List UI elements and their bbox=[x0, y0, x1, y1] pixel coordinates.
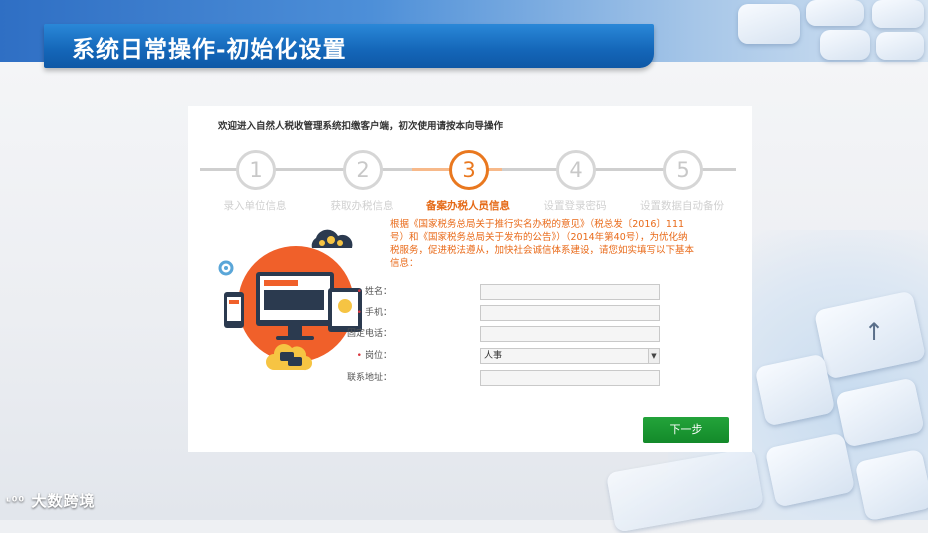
phone-input[interactable] bbox=[480, 326, 660, 342]
step-1[interactable]: 1 bbox=[236, 150, 276, 190]
watermark-text: 大数跨境 bbox=[31, 492, 96, 510]
position-label: • 岗位： bbox=[302, 348, 392, 364]
required-mark: • bbox=[356, 351, 362, 361]
mobile-input[interactable] bbox=[480, 305, 660, 321]
address-label: 联系地址： bbox=[346, 373, 392, 383]
title-banner: 系统日常操作-初始化设置 bbox=[44, 24, 654, 68]
mobile-label-text: 手机： bbox=[364, 308, 392, 318]
chevron-down-icon[interactable]: ▼ bbox=[648, 349, 659, 363]
watermark-logo: ᶫ⁰⁰ 大数跨境 bbox=[6, 490, 95, 511]
next-button[interactable]: 下一步 bbox=[643, 417, 729, 443]
step-5-label: 设置数据自动备份 bbox=[640, 200, 724, 212]
name-input[interactable] bbox=[480, 284, 660, 300]
wizard-panel: 欢迎进入自然人税收管理系统扣缴客户端，初次使用请按本向导操作 1 2 3 4 5… bbox=[188, 106, 752, 452]
keyboard-key bbox=[854, 448, 928, 522]
up-arrow-icon: ↑ bbox=[864, 318, 885, 346]
keyboard-key bbox=[738, 4, 800, 44]
mobile-label: • 手机： bbox=[302, 305, 392, 321]
phone-label: 固定电话： bbox=[346, 329, 392, 339]
position-label-text: 岗位： bbox=[364, 351, 392, 361]
keyboard-key bbox=[806, 0, 864, 26]
welcome-text: 欢迎进入自然人税收管理系统扣缴客户端，初次使用请按本向导操作 bbox=[218, 121, 504, 132]
keyboard-key bbox=[820, 30, 870, 60]
required-mark: • bbox=[356, 308, 362, 318]
realname-notice: 根据《国家税务总局关于推行实名办税的意见》（税总发〔2016〕111号）和《国家… bbox=[390, 219, 695, 269]
step-3[interactable]: 3 bbox=[449, 150, 489, 190]
keyboard-key bbox=[876, 32, 924, 60]
required-mark: • bbox=[356, 287, 362, 297]
step-4[interactable]: 4 bbox=[556, 150, 596, 190]
address-input[interactable] bbox=[480, 370, 660, 386]
position-select[interactable]: 人事 ▼ bbox=[480, 348, 660, 364]
step-5[interactable]: 5 bbox=[663, 150, 703, 190]
keyboard-key bbox=[872, 0, 924, 28]
position-select-value: 人事 bbox=[484, 351, 503, 361]
page-title: 系统日常操作-初始化设置 bbox=[72, 36, 347, 63]
step-2[interactable]: 2 bbox=[343, 150, 383, 190]
name-label: • 姓名： bbox=[302, 284, 392, 300]
watermark-icon: ᶫ⁰⁰ bbox=[6, 495, 26, 510]
name-label-text: 姓名： bbox=[364, 287, 392, 297]
